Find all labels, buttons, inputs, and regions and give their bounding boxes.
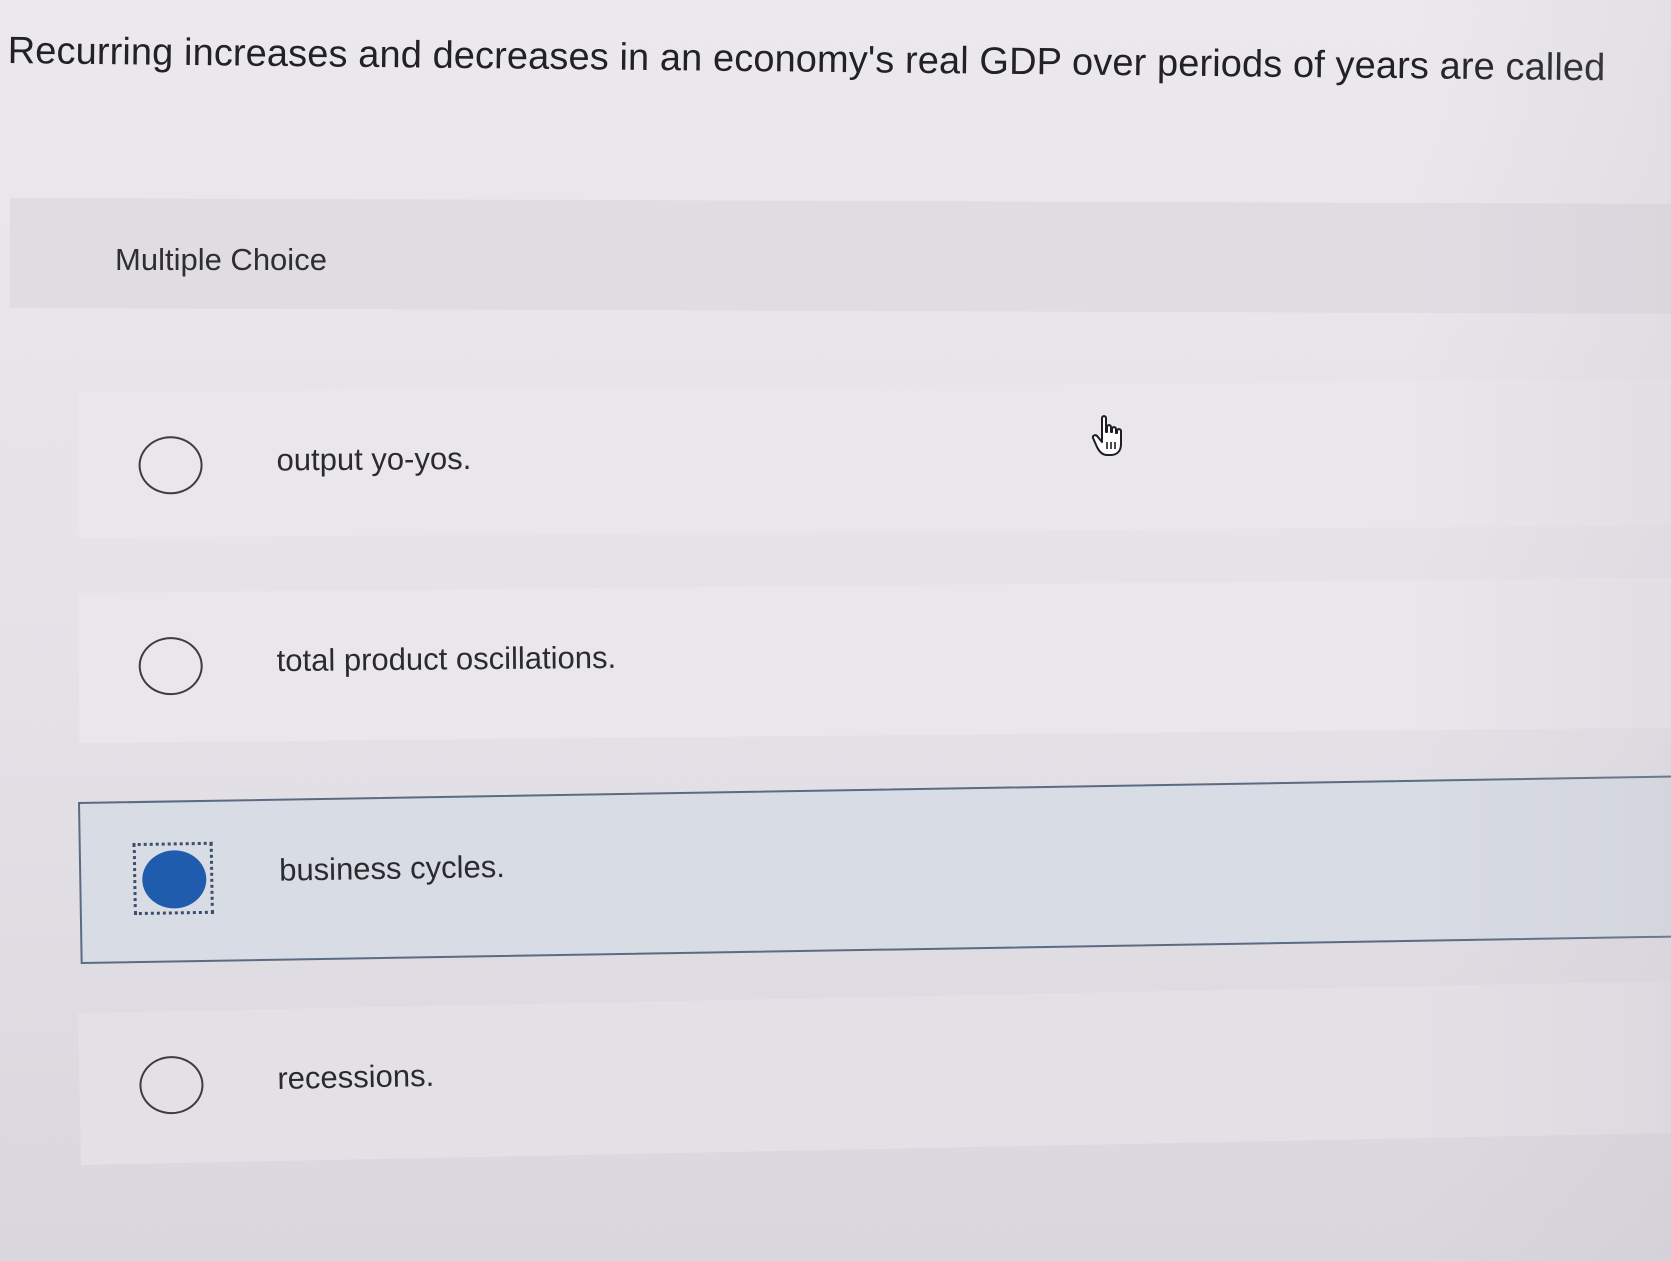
answer-option-output-yo-yos[interactable]: output yo-yos. <box>78 379 1671 538</box>
radio-button[interactable] <box>138 1055 205 1115</box>
answer-option-label: output yo-yos. <box>276 440 472 478</box>
answer-option-business-cycles[interactable]: business cycles. <box>78 774 1671 964</box>
hand-pointer-icon <box>1091 415 1122 456</box>
radio-focus-ring[interactable] <box>132 841 214 916</box>
answer-option-label: business cycles. <box>278 848 506 888</box>
answer-option-total-product-oscillations[interactable]: total product oscillations. <box>78 577 1671 743</box>
radio-button-selected[interactable] <box>141 849 207 909</box>
answer-option-recessions[interactable]: recessions. <box>78 980 1671 1165</box>
question-type-label: Multiple Choice <box>115 242 327 277</box>
radio-button[interactable] <box>138 436 203 495</box>
answer-option-label: total product oscillations. <box>276 639 617 679</box>
radio-button[interactable] <box>138 636 203 696</box>
answer-option-label: recessions. <box>277 1057 435 1097</box>
question-text: Recurring increases and decreases in an … <box>7 30 1606 90</box>
